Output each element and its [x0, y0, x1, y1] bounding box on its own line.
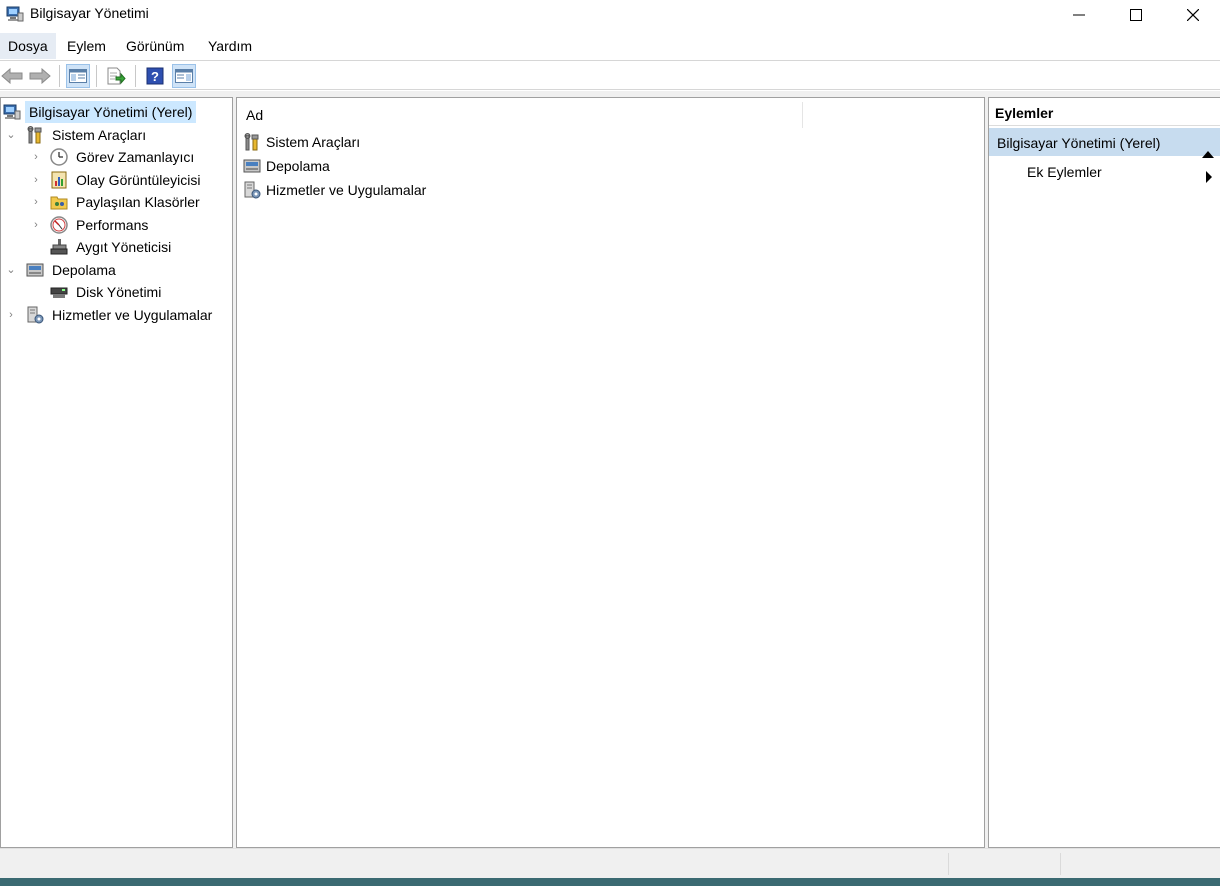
tree-item-hizmetler-ve-uygulamalar[interactable]: › Hizmetler ve Uygulamalar — [1, 304, 232, 326]
tree-item-disk-yonetimi[interactable]: Disk Yönetimi — [1, 281, 232, 303]
computer-management-icon — [6, 5, 24, 23]
list-item-label: Depolama — [266, 158, 330, 174]
clock-icon — [50, 148, 68, 166]
actions-header: Eylemler — [989, 98, 1220, 126]
computer-management-icon — [3, 103, 21, 121]
device-manager-icon — [50, 238, 68, 256]
back-arrow-icon — [1, 68, 23, 84]
desktop-background-strip — [0, 878, 1220, 886]
tree-item-label: Hizmetler ve Uygulamalar — [52, 307, 213, 323]
tree-item-performans[interactable]: › Performans — [1, 214, 232, 236]
chevron-down-icon[interactable]: ⌄ — [5, 124, 17, 146]
tree-item-label: Aygıt Yöneticisi — [76, 239, 172, 255]
close-button[interactable] — [1164, 0, 1220, 30]
close-icon — [1187, 9, 1199, 21]
chevron-right-icon[interactable]: › — [30, 214, 42, 236]
system-tools-icon — [243, 133, 261, 151]
show-hide-console-tree-icon — [69, 69, 87, 83]
list-pane[interactable]: Ad Sistem Araçları Depolama Hizmetler ve… — [236, 97, 985, 848]
tree-item-depolama[interactable]: ⌄ Depolama — [1, 259, 232, 281]
list-item[interactable]: Depolama — [243, 155, 643, 177]
event-viewer-icon — [50, 171, 68, 189]
toolbar: ? — [0, 60, 1220, 90]
storage-icon — [243, 157, 261, 175]
status-bar — [0, 848, 1220, 878]
console-tree-pane[interactable]: Bilgisayar Yönetimi (Yerel) ⌄ Sistem Ara… — [0, 97, 233, 848]
actions-item-label: Ek Eylemler — [1027, 164, 1102, 180]
back-button[interactable] — [0, 64, 24, 88]
chevron-right-icon[interactable]: › — [30, 146, 42, 168]
tree-item-label: Depolama — [52, 262, 116, 278]
actions-section-title: Bilgisayar Yönetimi (Yerel) — [997, 135, 1161, 151]
minimize-icon — [1073, 14, 1085, 16]
list-item[interactable]: Hizmetler ve Uygulamalar — [243, 179, 643, 201]
system-tools-icon — [26, 126, 44, 144]
tree-item-label: Performans — [76, 217, 149, 233]
toolbar-separator — [135, 65, 136, 87]
tree-item-sistem-araclari[interactable]: ⌄ Sistem Araçları — [1, 124, 232, 146]
services-applications-icon — [243, 181, 261, 199]
show-hide-action-pane-icon — [175, 69, 193, 83]
list-item-label: Hizmetler ve Uygulamalar — [266, 182, 427, 198]
chevron-right-icon[interactable]: › — [30, 191, 42, 213]
maximize-icon — [1130, 9, 1142, 21]
show-hide-console-tree-button[interactable] — [66, 64, 90, 88]
list-item[interactable]: Sistem Araçları — [243, 131, 643, 153]
forward-button[interactable] — [28, 64, 52, 88]
forward-arrow-icon — [29, 68, 51, 84]
maximize-button[interactable] — [1107, 0, 1165, 30]
column-divider[interactable] — [802, 102, 803, 128]
help-icon: ? — [146, 67, 164, 85]
tree-item-label: Görev Zamanlayıcı — [76, 149, 195, 165]
actions-pane: Eylemler Bilgisayar Yönetimi (Yerel) Ek … — [988, 97, 1220, 848]
tree-item-label: Olay Görüntüleyicisi — [76, 172, 201, 188]
svg-text:?: ? — [151, 69, 159, 84]
show-hide-action-pane-button[interactable] — [172, 64, 196, 88]
tree-item-label: Paylaşılan Klasörler — [76, 194, 200, 210]
menu-bar: Dosya Eylem Görünüm Yardım — [0, 33, 1220, 59]
tree-item-label: Bilgisayar Yönetimi (Yerel) — [25, 101, 197, 123]
column-header-ad[interactable]: Ad — [246, 98, 263, 132]
menu-gorunum[interactable]: Görünüm — [118, 33, 192, 59]
status-divider — [1060, 853, 1061, 875]
services-applications-icon — [26, 306, 44, 324]
chevron-right-icon[interactable]: › — [5, 304, 17, 326]
storage-icon — [26, 261, 44, 279]
chevron-down-icon[interactable]: ⌄ — [5, 259, 17, 281]
menu-yardim[interactable]: Yardım — [200, 33, 260, 59]
menu-dosya[interactable]: Dosya — [0, 33, 56, 59]
export-list-button[interactable] — [104, 64, 128, 88]
shared-folders-icon — [50, 193, 68, 211]
actions-item-ek-eylemler[interactable]: Ek Eylemler — [989, 160, 1220, 184]
workspace: Bilgisayar Yönetimi (Yerel) ⌄ Sistem Ara… — [0, 91, 1220, 848]
toolbar-separator — [96, 65, 97, 87]
tree-item-root[interactable]: Bilgisayar Yönetimi (Yerel) — [1, 101, 232, 123]
disk-management-icon — [50, 283, 68, 301]
help-button[interactable]: ? — [143, 64, 167, 88]
tree-item-olay-goruntuleyicisi[interactable]: › Olay Görüntüleyicisi — [1, 169, 232, 191]
status-divider — [948, 853, 949, 875]
minimize-button[interactable] — [1050, 0, 1108, 30]
list-item-label: Sistem Araçları — [266, 134, 361, 150]
performance-icon — [50, 216, 68, 234]
tree-item-gorev-zamanlayici[interactable]: › Görev Zamanlayıcı — [1, 146, 232, 168]
toolbar-separator — [59, 65, 60, 87]
title-bar: Bilgisayar Yönetimi — [0, 0, 1220, 30]
submenu-arrow-icon — [1206, 166, 1212, 190]
export-list-icon — [107, 67, 126, 85]
actions-section-header[interactable]: Bilgisayar Yönetimi (Yerel) — [989, 128, 1220, 158]
tree-item-aygit-yoneticisi[interactable]: Aygıt Yöneticisi — [1, 236, 232, 258]
window-title: Bilgisayar Yönetimi — [30, 5, 149, 21]
menu-eylem[interactable]: Eylem — [59, 33, 114, 59]
chevron-right-icon[interactable]: › — [30, 169, 42, 191]
tree-item-paylasilan-klasorler[interactable]: › Paylaşılan Klasörler — [1, 191, 232, 213]
tree-item-label: Sistem Araçları — [52, 127, 147, 143]
tree-item-label: Disk Yönetimi — [76, 284, 162, 300]
